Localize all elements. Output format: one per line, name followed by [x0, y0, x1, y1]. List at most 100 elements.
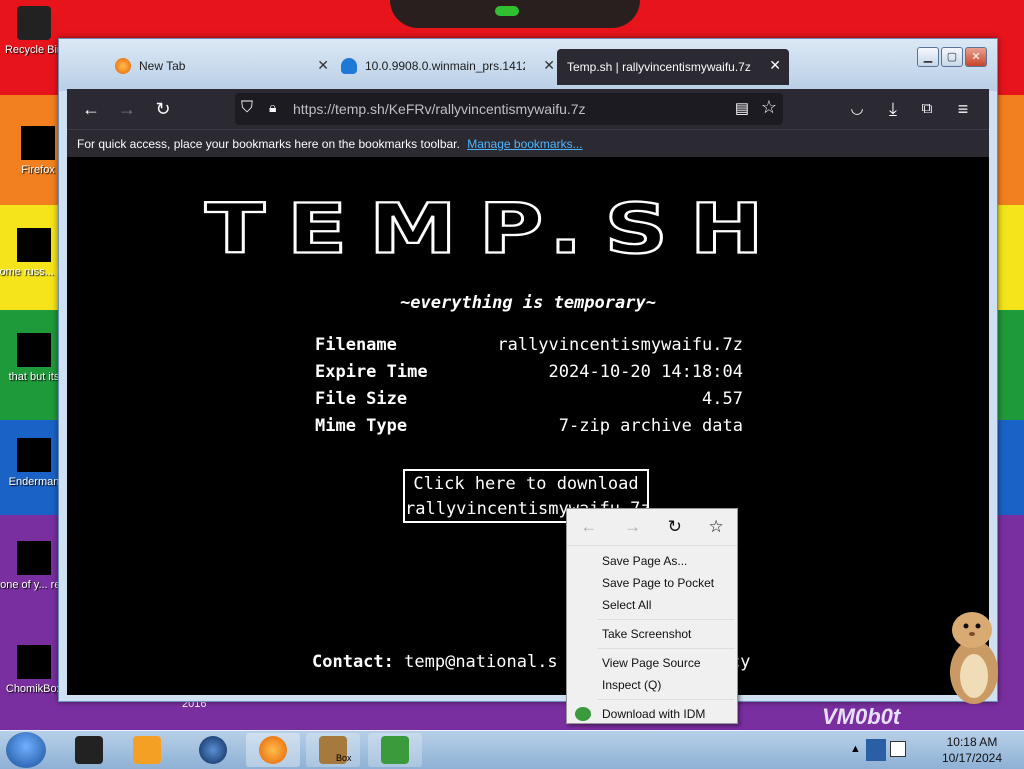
download-line-1: Click here to download [413, 474, 639, 494]
url-bar[interactable]: ⛉ 🔒︎ https://temp.sh/KeFRv/rallyvincenti… [235, 93, 783, 125]
page-content: TEMP.SH ~everything is temporary~ Filena… [67, 157, 989, 695]
info-value: 7-zip archive data [558, 416, 743, 436]
menu-item-save-to-pocket[interactable]: Save Page to Pocket [567, 572, 737, 594]
close-window-button[interactable]: ✕ [965, 47, 987, 67]
menu-item-inspect[interactable]: Inspect (Q) [567, 674, 737, 696]
folder-icon [17, 333, 51, 367]
recycle-bin-icon [17, 6, 51, 40]
file-info: Filename rallyvincentismywaifu.7z Expire… [315, 335, 743, 443]
menu-item-download-idm[interactable]: Download with IDM [567, 703, 737, 725]
media-icon [17, 541, 51, 575]
wallpaper-watermark: VM0b0t [822, 704, 901, 729]
manage-bookmarks-link[interactable]: Manage bookmarks... [467, 137, 582, 151]
close-icon[interactable]: ✕ [769, 57, 781, 74]
app-icon [75, 736, 103, 764]
taskbar-firefox[interactable] [246, 733, 300, 767]
reader-view-icon[interactable]: ▤ [735, 99, 749, 117]
context-menu: ← → ↻ ☆ Save Page As... Save Page to Poc… [566, 508, 738, 724]
menu-item-view-source[interactable]: View Page Source [567, 652, 737, 674]
reload-icon[interactable]: ↻ [149, 95, 177, 123]
minimize-button[interactable]: ▁ [917, 47, 939, 67]
info-value: 2024-10-20 14:18:04 [548, 362, 743, 382]
menu-separator [597, 619, 735, 620]
info-row-file-size: File Size 4.57 [315, 389, 743, 416]
taskbar-label: Box [336, 753, 352, 763]
context-nav-row: ← → ↻ ☆ [567, 509, 737, 546]
taskbar: Box ▲ 10:18 AM 10/17/2024 [0, 730, 1024, 769]
bookmark-star-icon[interactable]: ☆ [708, 517, 723, 537]
taskbar-chomikbox[interactable]: Box [306, 733, 360, 767]
site-logo: TEMP.SH [204, 188, 786, 270]
info-label: Mime Type [315, 416, 408, 436]
maximize-button[interactable]: ▢ [941, 47, 963, 67]
media-player-icon [133, 736, 161, 764]
tab-new-tab[interactable]: New Tab ✕ [99, 49, 337, 83]
clock-time: 10:18 AM [946, 735, 998, 749]
onedrive-icon [341, 58, 357, 74]
close-icon[interactable]: ✕ [317, 57, 329, 74]
info-value: rallyvincentismywaifu.7z [497, 335, 743, 355]
tab-label: New Tab [139, 59, 186, 73]
clock-date: 10/17/2024 [941, 751, 1002, 765]
wallpaper-character-mouth [495, 6, 519, 16]
pocket-icon[interactable]: ◡ [843, 95, 871, 123]
bookmarks-toolbar: For quick access, place your bookmarks h… [67, 129, 989, 157]
tab-label: Temp.sh | rallyvincentismywaifu.7z [567, 60, 751, 74]
file-icon [17, 228, 51, 262]
tab-strip: New Tab ✕ 10.0.9908.0.winmain_prs.14121 … [59, 39, 997, 91]
back-arrow-icon[interactable]: ← [580, 517, 597, 537]
taskbar-app-3[interactable] [186, 733, 240, 767]
wallpaper-character [390, 0, 640, 28]
menu-hamburger-icon[interactable]: ≡ [949, 95, 977, 123]
taskbar-media-player[interactable] [120, 733, 174, 767]
menu-item-take-screenshot[interactable]: Take Screenshot [567, 623, 737, 645]
shield-icon[interactable]: ⛉ [241, 99, 253, 117]
info-row-filename: Filename rallyvincentismywaifu.7z [315, 335, 743, 362]
taskbar-idm[interactable] [368, 733, 422, 767]
info-value: 4.57 [702, 389, 743, 409]
idm-icon [575, 707, 591, 721]
bookmark-star-icon[interactable]: ☆ [761, 97, 777, 118]
network-icon[interactable] [866, 739, 886, 761]
window-controls: ▁ ▢ ✕ [917, 47, 987, 67]
firefox-shortcut-icon [21, 126, 55, 160]
enderman-icon [17, 438, 51, 472]
bookmarks-hint: For quick access, place your bookmarks h… [77, 137, 460, 151]
contact-label: Contact: [312, 652, 394, 672]
globe-icon [199, 736, 227, 764]
firefox-icon [115, 58, 131, 74]
tab-temp-sh[interactable]: Temp.sh | rallyvincentismywaifu.7z ✕ [557, 49, 789, 85]
extensions-icon[interactable]: ⧉ [913, 95, 941, 123]
info-row-mime-type: Mime Type 7-zip archive data [315, 416, 743, 443]
hamster-mascot [950, 612, 998, 704]
firefox-icon [259, 736, 287, 764]
url-text[interactable]: https://temp.sh/KeFRv/rallyvincentismywa… [293, 101, 586, 117]
browser-window: New Tab ✕ 10.0.9908.0.winmain_prs.14121 … [58, 38, 998, 702]
system-tray: ▲ 10:18 AM 10/17/2024 [844, 731, 1024, 769]
menu-item-save-page[interactable]: Save Page As... [567, 550, 737, 572]
nav-bar: ← → ↻ ⛉ 🔒︎ https://temp.sh/KeFRv/rallyvi… [67, 89, 989, 129]
info-label: Expire Time [315, 362, 428, 382]
lock-icon[interactable]: 🔒︎ [269, 99, 276, 116]
volume-icon[interactable] [890, 741, 906, 757]
close-icon[interactable]: ✕ [543, 57, 555, 74]
menu-separator [597, 699, 735, 700]
info-label: File Size [315, 389, 408, 409]
tab-label: 10.0.9908.0.winmain_prs.14121 [365, 59, 525, 73]
forward-arrow-icon[interactable]: → [113, 95, 141, 123]
chevron-up-icon[interactable]: ▲ [850, 743, 861, 755]
menu-separator [597, 648, 735, 649]
contact-email[interactable]: temp@national.s [404, 652, 558, 672]
chomikbox-icon [17, 645, 51, 679]
clock[interactable]: 10:18 AM 10/17/2024 [942, 734, 1002, 766]
tab-winmain[interactable]: 10.0.9908.0.winmain_prs.14121 ✕ [329, 49, 563, 83]
back-arrow-icon[interactable]: ← [77, 95, 105, 123]
start-button[interactable] [6, 732, 46, 768]
tagline: ~everything is temporary~ [400, 293, 656, 313]
downloads-icon[interactable]: ⤓ [879, 95, 907, 123]
menu-item-select-all[interactable]: Select All [567, 594, 737, 616]
forward-arrow-icon[interactable]: → [624, 517, 641, 537]
info-label: Filename [315, 335, 397, 355]
reload-icon[interactable]: ↻ [668, 517, 682, 537]
taskbar-app-1[interactable] [62, 733, 116, 767]
